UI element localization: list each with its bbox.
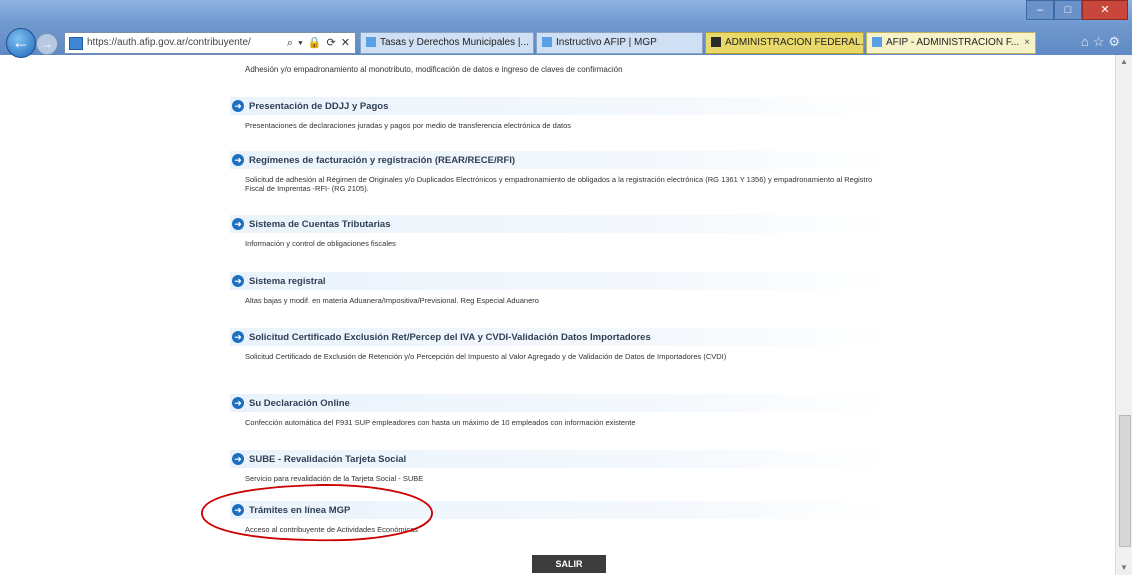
- vertical-scrollbar[interactable]: ▲ ▼: [1115, 55, 1132, 575]
- arrow-bullet-icon: ➜: [232, 275, 244, 287]
- service-item-sube: ➜ SUBE - Revalidación Tarjeta Social Ser…: [230, 450, 890, 483]
- page-content: Adhesión y/o empadronamiento al monotrib…: [0, 55, 1116, 575]
- service-item-certificado-exclusion: ➜ Solicitud Certificado Exclusión Ret/Pe…: [230, 328, 890, 361]
- service-description: Solicitud Certificado de Exclusión de Re…: [245, 352, 727, 361]
- service-description: Solicitud de adhesión al Régimen de Orig…: [245, 175, 873, 194]
- service-item-header[interactable]: ➜ Regímenes de facturación y registració…: [230, 151, 890, 169]
- address-bar[interactable]: https://auth.afip.gov.ar/contribuyente/ …: [64, 32, 356, 54]
- tab-favicon-icon: [872, 37, 882, 48]
- service-item-tramites-mgp: ➜ Trámites en línea MGP Acceso al contri…: [230, 501, 890, 534]
- service-item-sistema-registral: ➜ Sistema registral Altas bajas y modif.…: [230, 272, 890, 305]
- arrow-bullet-icon: ➜: [232, 331, 244, 343]
- service-title[interactable]: Sistema registral: [249, 276, 326, 287]
- back-arrow-icon: ←: [12, 32, 30, 52]
- window-controls: – □ ✕: [1026, 0, 1128, 20]
- arrow-bullet-icon: ➜: [232, 453, 244, 465]
- service-title[interactable]: Trámites en línea MGP: [249, 505, 350, 516]
- service-item-regimenes: ➜ Regímenes de facturación y registració…: [230, 151, 890, 194]
- tab-instructivo[interactable]: Instructivo AFIP | MGP: [536, 32, 703, 54]
- service-item-header[interactable]: ➜ Sistema registral: [230, 272, 890, 290]
- arrow-bullet-icon: ➜: [232, 504, 244, 516]
- home-icon[interactable]: ⌂: [1081, 34, 1093, 49]
- pen-icon: [711, 37, 721, 48]
- address-controls-icons[interactable]: ⌕ ▾ 🔒 ⟳ ✕: [287, 33, 351, 53]
- service-title[interactable]: SUBE - Revalidación Tarjeta Social: [249, 454, 406, 465]
- service-description: Información y control de obligaciones fi…: [245, 239, 396, 248]
- scrollbar-thumb[interactable]: [1119, 415, 1131, 547]
- arrow-bullet-icon: ➜: [232, 100, 244, 112]
- tab-favicon-icon: [542, 37, 552, 48]
- tab-favicon-icon: [366, 37, 376, 48]
- service-item-header[interactable]: ➜ Presentación de DDJJ y Pagos: [230, 97, 890, 115]
- maximize-button[interactable]: □: [1054, 0, 1082, 20]
- service-description: Acceso al contribuyente de Actividades E…: [245, 525, 419, 534]
- minimize-button[interactable]: –: [1026, 0, 1054, 20]
- window-titlebar: [0, 0, 1132, 24]
- favorites-star-icon[interactable]: ☆: [1093, 34, 1109, 49]
- service-item-ddjj: ➜ Presentación de DDJJ y Pagos Presentac…: [230, 97, 890, 130]
- service-item-header[interactable]: ➜ Sistema de Cuentas Tributarias: [230, 215, 890, 233]
- page-icon: [69, 37, 83, 50]
- arrow-bullet-icon: ➜: [232, 218, 244, 230]
- toolbar-icons: ⌂☆⚙: [1081, 34, 1124, 50]
- service-description: Servicio para revalidación de la Tarjeta…: [245, 474, 424, 483]
- tab-afip-active[interactable]: AFIP - ADMINISTRACION F... ×: [866, 32, 1036, 54]
- service-description: Adhesión y/o empadronamiento al monotrib…: [245, 65, 623, 74]
- service-item-header[interactable]: ➜ Su Declaración Online: [230, 394, 890, 412]
- service-title[interactable]: Sistema de Cuentas Tributarias: [249, 219, 391, 230]
- tab-tasas[interactable]: Tasas y Derechos Municipales |...: [360, 32, 534, 54]
- service-description: Presentaciones de declaraciones juradas …: [245, 121, 572, 130]
- close-window-button[interactable]: ✕: [1082, 0, 1128, 20]
- service-item-header[interactable]: ➜ SUBE - Revalidación Tarjeta Social: [230, 450, 890, 468]
- service-item-header[interactable]: ➜ Trámites en línea MGP: [230, 501, 890, 519]
- scroll-up-icon[interactable]: ▲: [1119, 57, 1129, 67]
- service-title[interactable]: Regímenes de facturación y registración …: [249, 155, 515, 166]
- gear-icon[interactable]: ⚙: [1108, 34, 1124, 49]
- service-description: Confección automática del F931 SUP emple…: [245, 418, 636, 427]
- tab-close-icon[interactable]: ×: [1024, 33, 1030, 53]
- service-item-header[interactable]: ➜ Solicitud Certificado Exclusión Ret/Pe…: [230, 328, 890, 346]
- service-title[interactable]: Presentación de DDJJ y Pagos: [249, 101, 388, 112]
- service-item-cuentas-tributarias: ➜ Sistema de Cuentas Tributarias Informa…: [230, 215, 890, 248]
- service-item-declaracion-online: ➜ Su Declaración Online Confección autom…: [230, 394, 890, 427]
- forward-button[interactable]: →: [36, 33, 58, 55]
- navigation-bar: ← → https://auth.afip.gov.ar/contribuyen…: [0, 28, 1132, 58]
- back-button[interactable]: ←: [6, 28, 36, 58]
- scroll-down-icon[interactable]: ▼: [1119, 563, 1129, 573]
- browser-chrome: – □ ✕ ← → https://auth.afip.gov.ar/contr…: [0, 0, 1132, 58]
- arrow-bullet-icon: ➜: [232, 154, 244, 166]
- service-title[interactable]: Solicitud Certificado Exclusión Ret/Perc…: [249, 332, 651, 343]
- forward-arrow-icon: →: [41, 37, 53, 51]
- url-text: https://auth.afip.gov.ar/contribuyente/: [87, 37, 251, 48]
- tab-administracion-federal[interactable]: ADMINISTRACION FEDERAL...: [705, 32, 864, 54]
- exit-button[interactable]: SALIR: [532, 555, 606, 573]
- arrow-bullet-icon: ➜: [232, 397, 244, 409]
- service-description: Altas bajas y modif. en materia Aduanera…: [245, 296, 539, 305]
- service-title[interactable]: Su Declaración Online: [249, 398, 350, 409]
